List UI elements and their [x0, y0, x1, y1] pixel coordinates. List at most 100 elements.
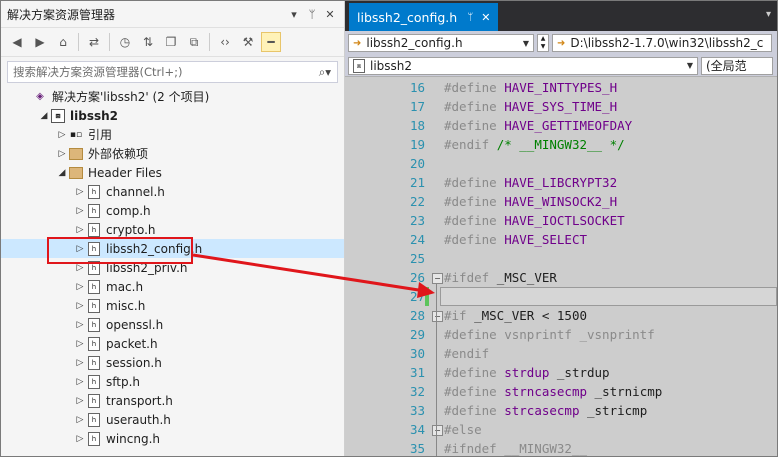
- tree-item[interactable]: ▷ h wincng.h: [1, 429, 344, 448]
- project-combo[interactable]: ⧈ libssh2 ▼: [348, 56, 698, 75]
- expand-arrow-icon[interactable]: ▷: [73, 301, 87, 311]
- code-line[interactable]: #else: [444, 420, 482, 439]
- close-icon[interactable]: ✕: [481, 11, 490, 24]
- code-token: /* __MINGW32__ */: [496, 137, 625, 152]
- show-all-files-icon[interactable]: ❐: [161, 32, 181, 52]
- tree-item[interactable]: ◈ 解决方案'libssh2' (2 个项目): [1, 87, 344, 106]
- line-number: 33: [409, 403, 425, 418]
- fold-guide-line: [436, 321, 437, 387]
- home-icon[interactable]: ⌂: [53, 32, 73, 52]
- scope-combo[interactable]: (全局范: [701, 56, 773, 75]
- code-line[interactable]: #define HAVE_WINSOCK2_H: [444, 192, 617, 211]
- collapse-arrow-icon[interactable]: ◢: [37, 111, 51, 121]
- path-combo[interactable]: ➜ D:\libssh2-1.7.0\win32\libssh2_c: [552, 34, 772, 52]
- close-icon[interactable]: ✕: [322, 8, 338, 21]
- tree-item[interactable]: ▷ h channel.h: [1, 182, 344, 201]
- fold-toggle-icon[interactable]: −: [432, 311, 443, 322]
- code-line[interactable]: #define HAVE_SELECT: [444, 230, 587, 249]
- expand-arrow-icon[interactable]: ▷: [73, 320, 87, 330]
- code-line[interactable]: #define HAVE_IOCTLSOCKET: [444, 211, 625, 230]
- tree-item[interactable]: ▷ h mac.h: [1, 277, 344, 296]
- code-token: #define: [444, 80, 505, 95]
- code-line[interactable]: #ifdef _MSC_VER: [444, 268, 557, 287]
- tree-item-label: comp.h: [106, 203, 151, 218]
- collapse-all-icon[interactable]: ⇅: [138, 32, 158, 52]
- change-marker: [425, 287, 429, 306]
- expand-arrow-icon[interactable]: ▷: [73, 434, 87, 444]
- code-token: strcasecmp: [504, 403, 580, 418]
- pin-icon[interactable]: ᛘ: [304, 8, 320, 21]
- tree-item[interactable]: ▷ h misc.h: [1, 296, 344, 315]
- code-line[interactable]: #if _MSC_VER < 1500: [444, 306, 587, 325]
- expand-arrow-icon[interactable]: ▷: [73, 225, 87, 235]
- code-line[interactable]: #define HAVE_SYS_TIME_H: [444, 97, 617, 116]
- history-icon[interactable]: ◷: [115, 32, 135, 52]
- tab-overflow-dropdown-icon[interactable]: ▾: [766, 9, 771, 20]
- expand-arrow-icon[interactable]: ▷: [73, 358, 87, 368]
- code-line[interactable]: #define HAVE_INTTYPES_H: [444, 78, 617, 97]
- code-line[interactable]: #define HAVE_GETTIMEOFDAY: [444, 116, 632, 135]
- tab-libssh2-config[interactable]: libssh2_config.h ᛘ ✕: [349, 3, 499, 31]
- code-line[interactable]: #define strcasecmp _stricmp: [444, 401, 647, 420]
- fold-toggle-icon[interactable]: −: [432, 425, 443, 436]
- code-line[interactable]: #define strncasecmp _strnicmp: [444, 382, 662, 401]
- tree-item[interactable]: ▷ h transport.h: [1, 391, 344, 410]
- properties-icon[interactable]: ⚒: [238, 32, 258, 52]
- code-token: #endif: [444, 137, 497, 152]
- solution-explorer-titlebar: 解决方案资源管理器 ▾ ᛘ ✕: [1, 1, 344, 28]
- solution-search-input[interactable]: 搜索解决方案资源管理器(Ctrl+;) ⌕▾: [7, 61, 338, 83]
- dropdown-icon[interactable]: ▾: [286, 8, 302, 21]
- code-line[interactable]: #endif /* __MINGW32__ */: [444, 135, 625, 154]
- copy-icon[interactable]: ⧉: [184, 32, 204, 52]
- tree-item[interactable]: ▷ h sftp.h: [1, 372, 344, 391]
- back-icon[interactable]: ◀: [7, 32, 27, 52]
- code-view-icon[interactable]: ‹›: [215, 32, 235, 52]
- code-token: HAVE_SELECT: [504, 232, 588, 247]
- header-file-icon: h: [87, 184, 101, 199]
- preview-icon[interactable]: ━: [261, 32, 281, 52]
- collapse-arrow-icon[interactable]: ◢: [55, 168, 69, 178]
- code-line[interactable]: #endif: [444, 344, 489, 363]
- forward-icon[interactable]: ▶: [30, 32, 50, 52]
- code-token: #endif: [444, 346, 490, 361]
- tree-item[interactable]: ▷ h openssl.h: [1, 315, 344, 334]
- pin-icon[interactable]: ᛘ: [467, 12, 473, 23]
- expand-arrow-icon[interactable]: ▷: [73, 415, 87, 425]
- code-token: #define: [444, 403, 505, 418]
- code-editor[interactable]: 16 17 18 19 20 21 22 23 24 25 26 27 28 29 30 31 32 33 34 35…: [345, 77, 777, 456]
- arrow-right-icon: ➜: [353, 37, 362, 49]
- expand-arrow-icon[interactable]: ▷: [73, 377, 87, 387]
- expand-arrow-icon[interactable]: ▷: [73, 263, 87, 273]
- code-token: #if: [444, 308, 475, 323]
- code-area[interactable]: #define HAVE_INTTYPES_H #define HAVE_SYS_…: [440, 77, 777, 456]
- code-line[interactable]: #ifndef __MINGW32__: [444, 439, 587, 456]
- fold-toggle-icon[interactable]: −: [432, 273, 443, 284]
- tree-item[interactable]: ▷ h comp.h: [1, 201, 344, 220]
- tree-item[interactable]: ▷ 外部依赖项: [1, 144, 344, 163]
- code-line[interactable]: #define strdup _strdup: [444, 363, 610, 382]
- file-spinner[interactable]: ▲ ▼: [537, 34, 549, 52]
- code-line[interactable]: #define HAVE_LIBCRYPT32: [444, 173, 617, 192]
- line-number: 35: [409, 441, 425, 456]
- file-combo[interactable]: ➜ libssh2_config.h ▼: [348, 34, 534, 52]
- tree-item-label: channel.h: [106, 184, 165, 199]
- expand-arrow-icon[interactable]: ▷: [73, 339, 87, 349]
- tree-item[interactable]: ▷ ▪▫ 引用: [1, 125, 344, 144]
- tree-item[interactable]: ▷ h packet.h: [1, 334, 344, 353]
- expand-arrow-icon[interactable]: ▷: [73, 396, 87, 406]
- search-icon[interactable]: ⌕▾: [319, 65, 331, 80]
- expand-arrow-icon[interactable]: ▷: [55, 130, 69, 140]
- editor-navbar-scope: ⧈ libssh2 ▼ (全局范: [345, 55, 777, 77]
- tree-item[interactable]: ◢ ⧈ libssh2: [1, 106, 344, 125]
- code-line[interactable]: #define vsnprintf _vsnprintf: [444, 325, 655, 344]
- tree-item[interactable]: ▷ h session.h: [1, 353, 344, 372]
- expand-arrow-icon[interactable]: ▷: [55, 149, 69, 159]
- expand-arrow-icon[interactable]: ▷: [73, 206, 87, 216]
- expand-arrow-icon[interactable]: ▷: [73, 187, 87, 197]
- header-file-icon: h: [87, 431, 101, 446]
- tree-item[interactable]: ▷ h userauth.h: [1, 410, 344, 429]
- expand-arrow-icon[interactable]: ▷: [73, 282, 87, 292]
- sync-icon[interactable]: ⇄: [84, 32, 104, 52]
- line-number: 28: [409, 308, 425, 323]
- tree-item[interactable]: ◢ Header Files: [1, 163, 344, 182]
